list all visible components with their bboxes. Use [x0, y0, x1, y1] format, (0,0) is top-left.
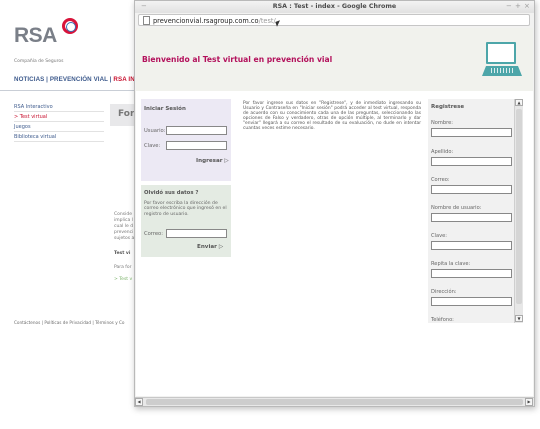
login-panel: Iniciar Sesión Usuario: Clave: Ingresar … — [141, 99, 231, 181]
url-text[interactable]: prevencionvial.rsagroup.com.co/test/ — [153, 17, 276, 25]
laptop-icon — [482, 42, 524, 80]
background-paragraph-line: prevenci — [114, 230, 134, 235]
scroll-left-icon[interactable]: ◀ — [135, 398, 143, 406]
register-scrollbar[interactable]: ▲ ▼ — [514, 99, 523, 323]
scroll-right-icon[interactable]: ▶ — [525, 398, 533, 406]
register-label: Teléfono: — [431, 317, 454, 323]
sidebar-item-test-virtual[interactable]: > Test virtual — [14, 112, 104, 122]
sidebar: RSA Interactivo > Test virtual Juegos Bi… — [14, 102, 104, 142]
footer-links[interactable]: Contáctenos | Políticas de Privacidad | … — [14, 320, 125, 325]
logo-ring-icon — [62, 18, 78, 34]
email-input[interactable] — [166, 229, 227, 238]
user-label: Usuario: — [144, 128, 166, 134]
sidebar-item-biblioteca[interactable]: Biblioteca virtual — [14, 132, 104, 142]
page-title: Bienvenido al Test virtual en prevención… — [142, 55, 333, 64]
chrome-popup-window: − RSA : Test - index - Google Chrome − +… — [134, 0, 535, 407]
close-button[interactable]: × — [524, 2, 530, 10]
sidebar-item-juegos[interactable]: Juegos — [14, 122, 104, 132]
register-label: Nombre: — [431, 120, 453, 126]
minimize-button[interactable]: − — [506, 2, 512, 10]
logo-text: RSA — [14, 24, 57, 47]
forgot-panel: Olvidó sus datos ? Por favor escriba la … — [141, 185, 231, 257]
address-bar[interactable]: prevencionvial.rsagroup.com.co/test/ — [138, 14, 530, 26]
horizontal-scroll-thumb[interactable] — [146, 399, 523, 405]
send-button[interactable]: Enviar ▷ — [197, 244, 223, 250]
register-heading: Registrese — [431, 104, 465, 110]
background-paragraph-line: cual le d — [114, 224, 134, 229]
background-paragraph-line: Conside — [114, 212, 132, 217]
forgot-text: Por favor escriba la dirección de correo… — [144, 201, 227, 217]
banner: Bienvenido al Test virtual en prevención… — [136, 28, 533, 91]
page-icon — [143, 16, 150, 25]
background-form-heading-text: For — [118, 109, 135, 119]
login-button[interactable]: Ingresar ▷ — [196, 158, 229, 164]
register-email-input[interactable] — [431, 185, 512, 194]
password-input[interactable] — [166, 141, 227, 150]
scroll-thumb[interactable] — [516, 109, 522, 304]
window-title: RSA : Test - index - Google Chrome — [272, 3, 397, 10]
register-label: Nombre de usuario: — [431, 205, 482, 211]
maximize-button[interactable]: + — [515, 2, 521, 10]
scroll-down-icon[interactable]: ▼ — [515, 315, 523, 322]
background-test-link[interactable]: > Test v — [114, 277, 132, 282]
horizontal-scrollbar[interactable]: ◀ ▶ — [135, 397, 534, 406]
tagline: Compañía de Seguros — [14, 59, 64, 64]
divider — [0, 90, 140, 91]
background-paragraph-line: implica l — [114, 218, 133, 223]
register-lastname-input[interactable] — [431, 157, 512, 166]
register-name-input[interactable] — [431, 128, 512, 137]
register-label: Dirección: — [431, 289, 457, 295]
top-nav-rsa[interactable]: RSA IN — [113, 76, 134, 83]
scroll-up-icon[interactable]: ▲ — [515, 99, 523, 106]
register-label: Correo: — [431, 177, 450, 183]
top-nav-links[interactable]: NOTICIAS | PREVENCIÓN VIAL | — [14, 76, 113, 83]
top-nav: NOTICIAS | PREVENCIÓN VIAL | RSA IN — [14, 76, 135, 83]
url-domain: prevencionvial.rsagroup.com.co — [153, 16, 259, 25]
background-test-label: Test vi — [114, 251, 131, 256]
rsa-logo[interactable]: RSA — [14, 18, 80, 58]
register-password-input[interactable] — [431, 241, 512, 250]
register-label: Apellido: — [431, 149, 454, 155]
register-address-input[interactable] — [431, 297, 512, 306]
email-label: Correo: — [144, 231, 163, 237]
background-para-label: Para for — [114, 265, 132, 270]
register-panel: Registrese Nombre: Apellido: Correo: Nom… — [428, 99, 523, 323]
url-path: /test/ — [258, 16, 276, 25]
forgot-heading: Olvidó sus datos ? — [144, 190, 199, 196]
login-heading: Iniciar Sesión — [144, 106, 186, 112]
password-label: Clave: — [144, 143, 161, 149]
register-repeat-password-input[interactable] — [431, 269, 512, 278]
user-input[interactable] — [166, 126, 227, 135]
page-content: Bienvenido al Test virtual en prevención… — [136, 28, 533, 396]
sidebar-item-rsa-interactivo[interactable]: RSA Interactivo — [14, 102, 104, 112]
title-bar[interactable]: − RSA : Test - index - Google Chrome − +… — [135, 1, 534, 13]
register-label: Repita la clave: — [431, 261, 471, 267]
register-label: Clave: — [431, 233, 447, 239]
background-paragraph-line: sujetos a — [114, 236, 135, 241]
intro-text: Por favor ingrese sus datos en "Registre… — [243, 101, 421, 131]
register-username-input[interactable] — [431, 213, 512, 222]
